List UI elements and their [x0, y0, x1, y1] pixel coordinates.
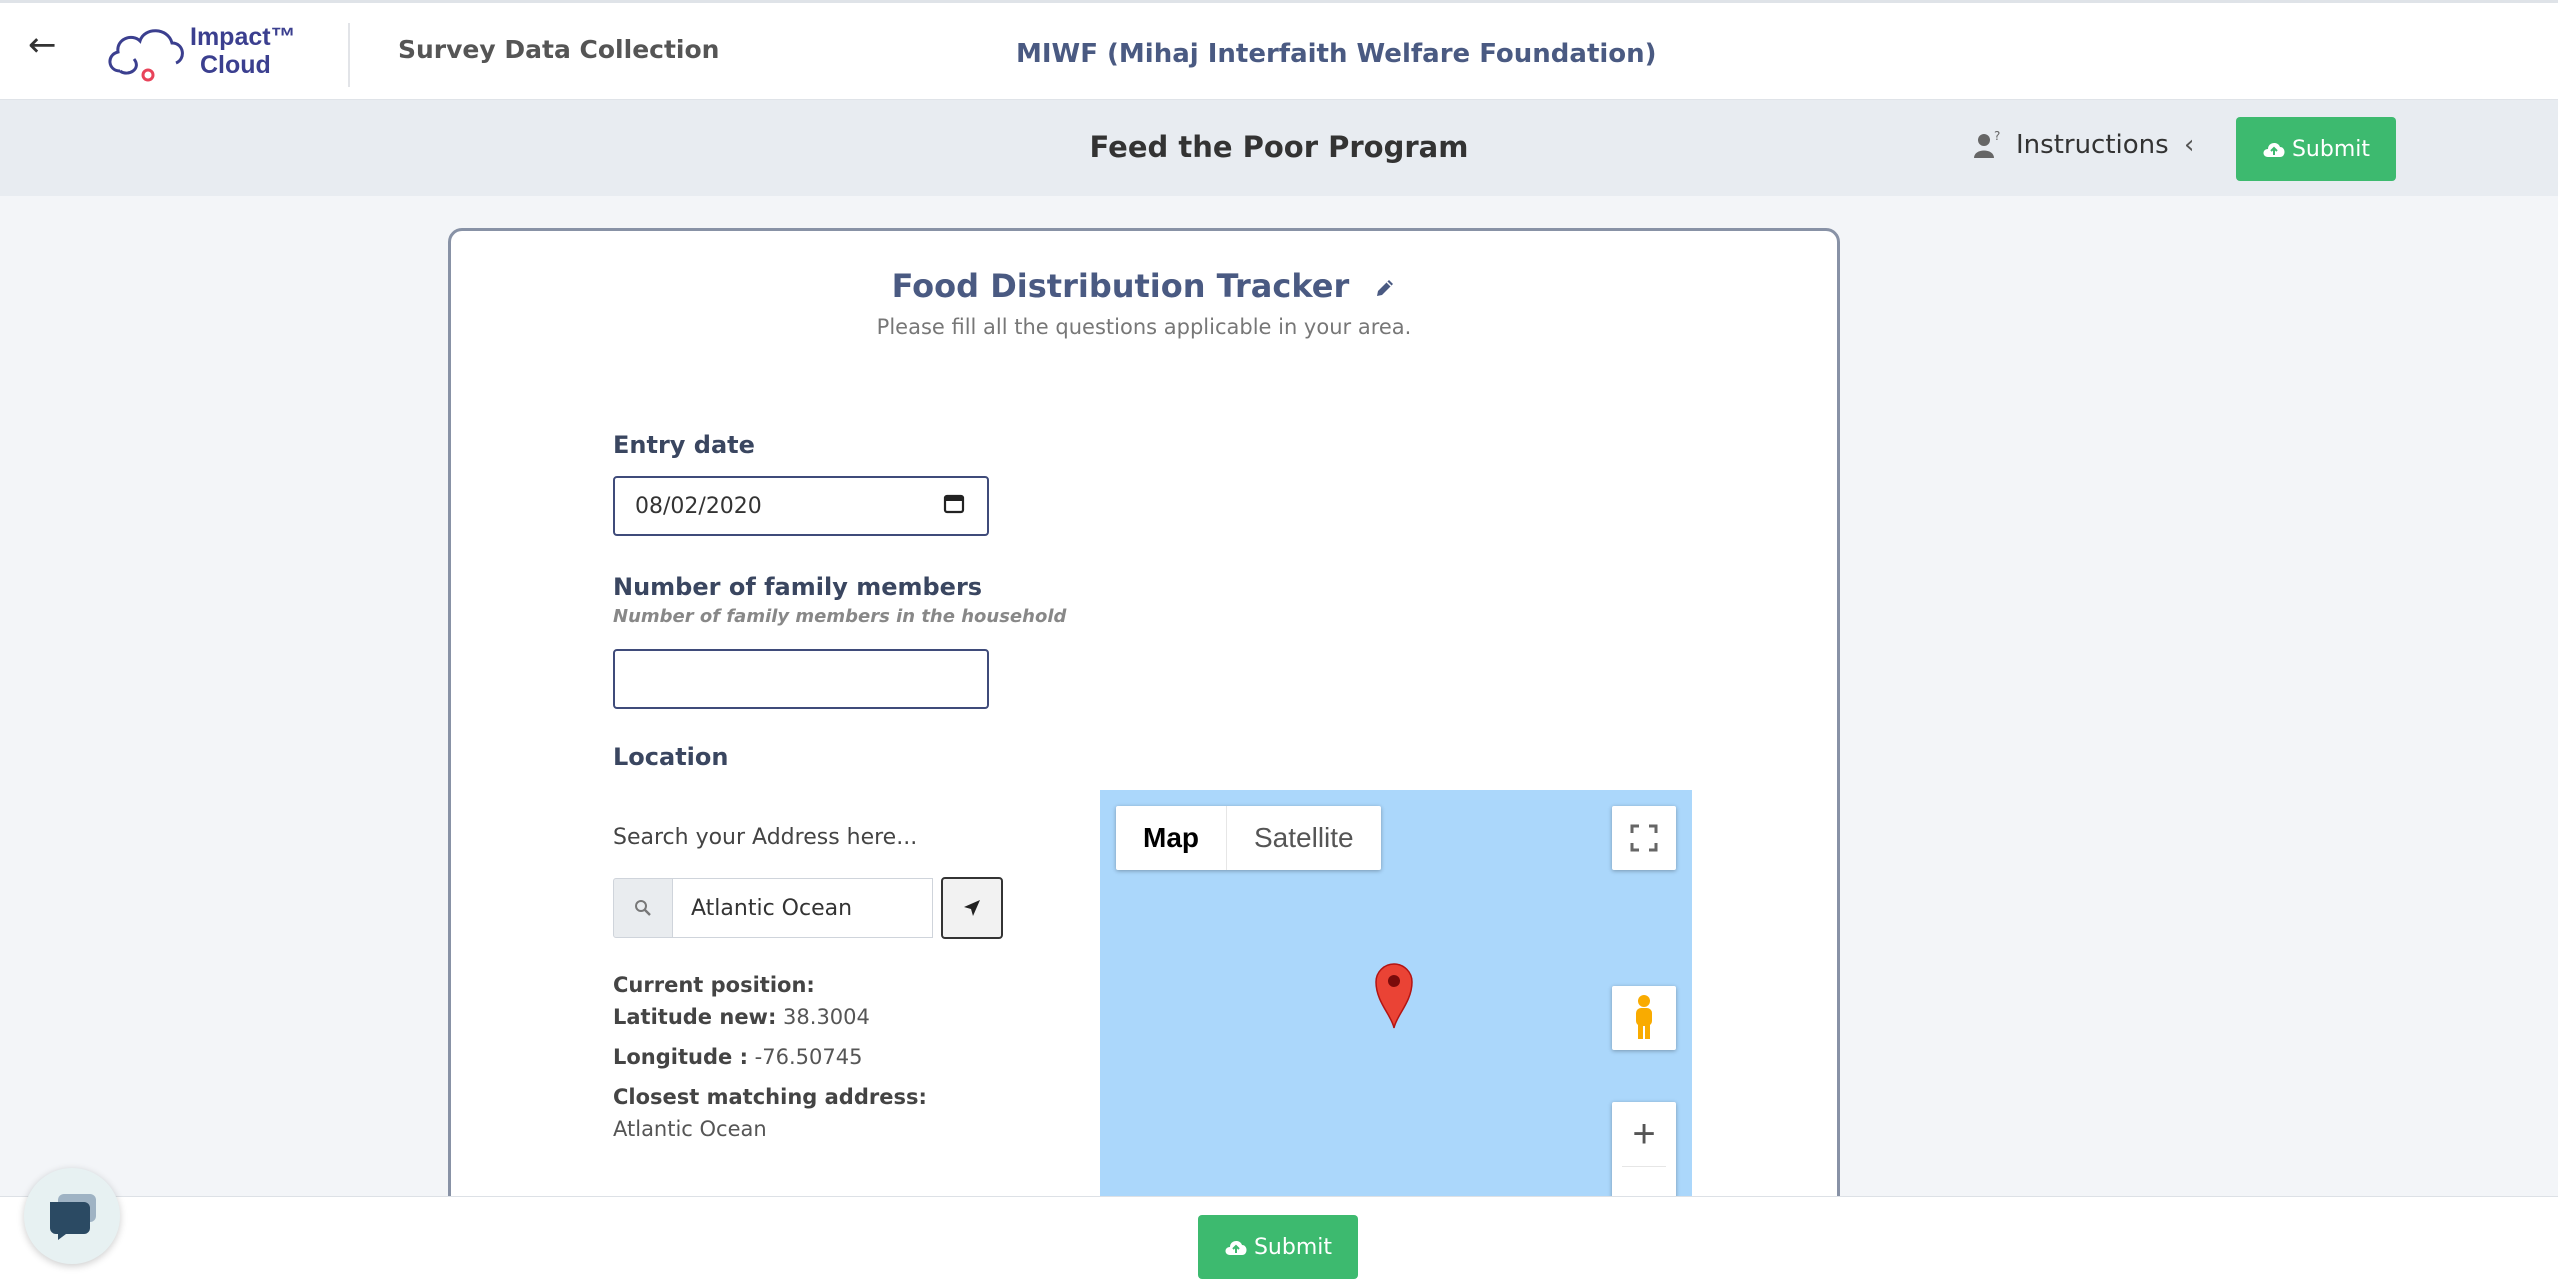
chevron-left-icon[interactable]: ‹	[2184, 130, 2194, 160]
form-subtitle: Please fill all the questions applicable…	[876, 315, 1412, 339]
locate-me-button[interactable]	[941, 877, 1003, 939]
map-type-control: Map Satellite	[1116, 806, 1381, 870]
header-divider	[348, 23, 350, 87]
user-question-icon: ?	[1974, 130, 2000, 158]
zoom-separator	[1622, 1166, 1666, 1167]
location-arrow-icon	[964, 900, 980, 916]
entry-date-value: 08/02/2020	[635, 493, 762, 519]
current-position-text: Current position:	[613, 973, 815, 997]
longitude-label: Longitude :	[613, 1045, 748, 1069]
cloud-upload-icon	[2263, 143, 2285, 157]
back-arrow-icon[interactable]: ←	[28, 25, 57, 65]
map-marker-icon[interactable]	[1372, 958, 1416, 1030]
family-members-input[interactable]	[613, 649, 989, 709]
entry-date-input[interactable]: 08/02/2020	[613, 476, 989, 536]
fullscreen-icon	[1630, 824, 1658, 852]
form-title-text: Food Distribution Tracker	[891, 267, 1350, 305]
organization-name: MIWF (Mihaj Interfaith Welfare Foundatio…	[1016, 39, 1657, 69]
program-bar: Feed the Poor Program ? Instructions ‹ S…	[0, 100, 2558, 196]
logo-line1: Impact™	[190, 23, 296, 51]
longitude-value: -76.50745	[754, 1045, 863, 1069]
family-members-label: Number of family members	[613, 573, 983, 601]
cloud-upload-icon	[1225, 1241, 1247, 1255]
map-type-map-button[interactable]: Map	[1116, 806, 1226, 870]
chat-widget-button[interactable]	[24, 1168, 120, 1264]
app-name: Survey Data Collection	[398, 35, 720, 64]
location-map[interactable]: Map Satellite +	[1100, 790, 1692, 1200]
fullscreen-button[interactable]	[1612, 806, 1676, 870]
latitude-label: Latitude new:	[613, 1005, 777, 1029]
top-header: ← Impact™ Cloud Survey Data Collection M…	[0, 0, 2558, 100]
chat-bubble-icon	[50, 1194, 96, 1240]
footer-bar: Submit	[0, 1196, 2558, 1286]
closest-address-value: Atlantic Ocean	[613, 1117, 767, 1141]
location-label: Location	[613, 743, 729, 771]
closest-address-text: Closest matching address:	[613, 1085, 927, 1109]
top-submit-button[interactable]: Submit	[2236, 117, 2396, 181]
program-title: Feed the Poor Program	[1089, 130, 1469, 164]
bottom-submit-label: Submit	[1253, 1234, 1333, 1260]
address-search-input[interactable]: Atlantic Ocean	[673, 878, 933, 938]
top-submit-label: Submit	[2291, 136, 2371, 162]
form-title: Food Distribution Tracker	[451, 267, 1837, 305]
longitude-row: Longitude : -76.50745	[613, 1045, 862, 1069]
instructions-link[interactable]: ? Instructions	[1972, 130, 2169, 160]
impact-cloud-logo[interactable]: Impact™ Cloud	[106, 19, 296, 85]
logo-text: Impact™ Cloud	[190, 23, 296, 79]
pencil-icon[interactable]	[1374, 277, 1396, 299]
svg-text:?: ?	[1994, 130, 2000, 143]
map-type-satellite-button[interactable]: Satellite	[1226, 806, 1381, 870]
search-icon	[613, 878, 673, 938]
calendar-icon[interactable]	[943, 492, 965, 514]
logo-line2: Cloud	[200, 51, 271, 79]
current-position-label: Current position:	[613, 973, 815, 997]
entry-date-label: Entry date	[613, 431, 755, 459]
pegman-icon	[1636, 995, 1652, 1039]
zoom-control: +	[1612, 1102, 1676, 1200]
address-search-label: Search your Address here...	[613, 825, 918, 850]
zoom-in-button[interactable]: +	[1612, 1102, 1676, 1166]
closest-address-label: Closest matching address:	[613, 1085, 927, 1109]
bottom-submit-button[interactable]: Submit	[1198, 1215, 1358, 1279]
latitude-row: Latitude new: 38.3004	[613, 1005, 870, 1029]
family-members-hint: Number of family members in the househol…	[613, 606, 1067, 627]
address-search-group: Atlantic Ocean	[613, 878, 933, 938]
latitude-value: 38.3004	[783, 1005, 870, 1029]
address-search-value: Atlantic Ocean	[691, 895, 853, 921]
instructions-label: Instructions	[2016, 130, 2169, 160]
cloud-logo-icon	[108, 29, 184, 82]
street-view-pegman-button[interactable]	[1612, 986, 1676, 1050]
